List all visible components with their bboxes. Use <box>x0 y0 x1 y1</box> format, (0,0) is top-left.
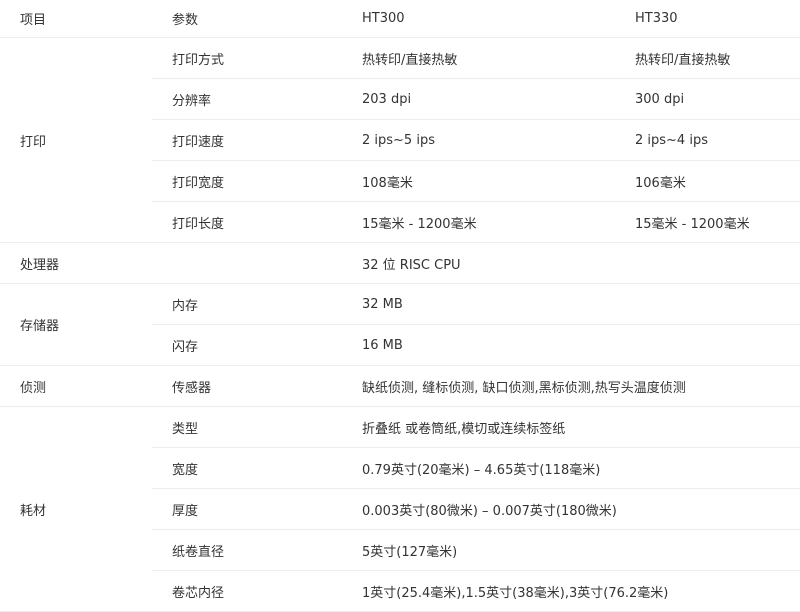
group-label-storage: 存储器 <box>0 283 152 366</box>
value-ht300: 108毫米 <box>342 160 615 202</box>
group-label-sensor: 侦测 <box>0 365 152 407</box>
group-label-media: 耗材 <box>0 406 152 612</box>
param-label: 打印长度 <box>152 201 342 243</box>
table-row: 处理器 32 位 RISC CPU <box>0 242 800 284</box>
value-ht300: 热转印/直接热敏 <box>342 37 615 79</box>
value-ht330: 热转印/直接热敏 <box>615 37 800 79</box>
param-label: 类型 <box>152 406 342 448</box>
value-shared: 16 MB <box>342 324 800 366</box>
param-label: 内存 <box>152 283 342 325</box>
value-shared: 32 MB <box>342 283 800 325</box>
value-ht300: 2 ips~5 ips <box>342 119 615 161</box>
header-param: 参数 <box>152 0 342 38</box>
table-header-row: 项目 参数 HT300 HT330 <box>0 0 800 38</box>
param-label: 厚度 <box>152 488 342 530</box>
table-row: 耗材 类型 折叠纸 或卷筒纸,模切或连续标签纸 <box>0 406 800 612</box>
param-label: 打印速度 <box>152 119 342 161</box>
header-model-ht330: HT330 <box>615 0 800 38</box>
group-label-processor: 处理器 <box>0 242 152 284</box>
value-ht300: 203 dpi <box>342 78 615 120</box>
value-shared: 折叠纸 或卷筒纸,模切或连续标签纸 <box>342 406 800 448</box>
value-shared: 1英寸(25.4毫米),1.5英寸(38毫米),3英寸(76.2毫米) <box>342 570 800 612</box>
value-ht300: 15毫米 - 1200毫米 <box>342 201 615 243</box>
value-ht330: 2 ips~4 ips <box>615 119 800 161</box>
table-row: 侦测 传感器 缺纸侦测, 缝标侦测, 缺口侦测,黑标侦测,热写头温度侦测 <box>0 365 800 407</box>
header-item: 项目 <box>0 0 152 38</box>
table-row: 存储器 内存 32 MB <box>0 283 800 366</box>
param-label: 宽度 <box>152 447 342 489</box>
value-shared: 32 位 RISC CPU <box>342 242 800 284</box>
param-label: 打印方式 <box>152 37 342 79</box>
value-shared: 0.003英寸(80微米) – 0.007英寸(180微米) <box>342 488 800 530</box>
table-row: 打印 打印方式 热转印/直接热敏 热转印/直接热敏 <box>0 37 800 243</box>
value-ht330: 106毫米 <box>615 160 800 202</box>
value-shared: 缺纸侦测, 缝标侦测, 缺口侦测,黑标侦测,热写头温度侦测 <box>342 365 800 407</box>
param-label: 打印宽度 <box>152 160 342 202</box>
header-model-ht300: HT300 <box>342 0 615 38</box>
group-label-print: 打印 <box>0 37 152 243</box>
value-ht330: 15毫米 - 1200毫米 <box>615 201 800 243</box>
param-label: 传感器 <box>152 365 342 407</box>
param-label-empty <box>152 242 342 284</box>
value-shared: 5英寸(127毫米) <box>342 529 800 571</box>
param-label: 纸卷直径 <box>152 529 342 571</box>
param-label: 分辨率 <box>152 78 342 120</box>
value-shared: 0.79英寸(20毫米) – 4.65英寸(118毫米) <box>342 447 800 489</box>
param-label: 卷芯内径 <box>152 570 342 612</box>
spec-table: 项目 参数 HT300 HT330 打印 打印方式 热转印/直接热敏 热转印/直… <box>0 0 800 612</box>
param-label: 闪存 <box>152 324 342 366</box>
value-ht330: 300 dpi <box>615 78 800 120</box>
